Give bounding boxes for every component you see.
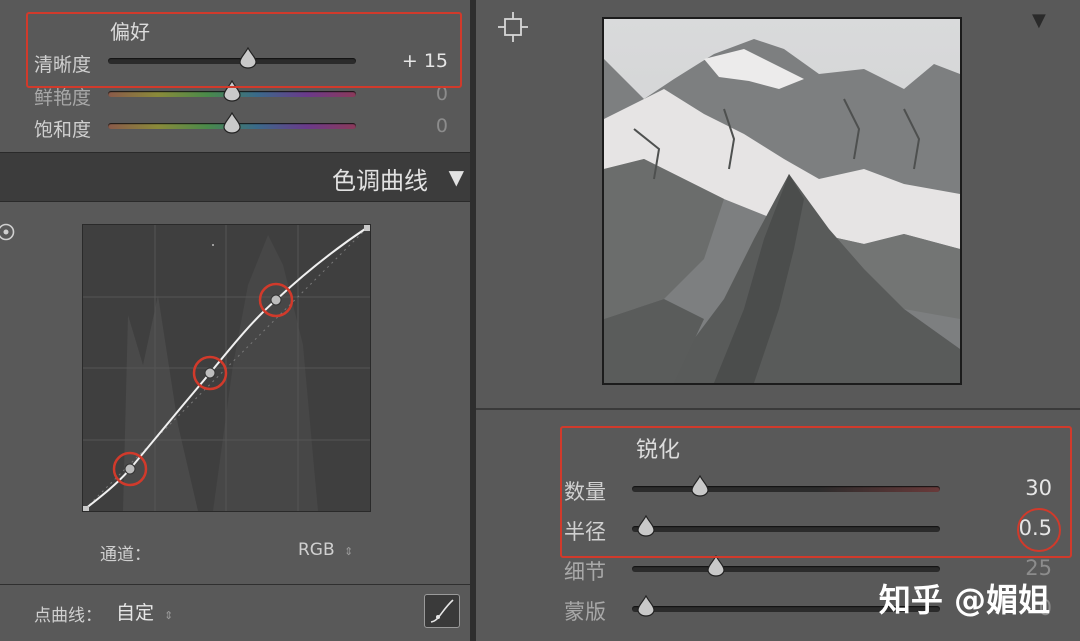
watermark: 知乎 @媚姐 (878, 581, 1050, 619)
channel-select[interactable]: RGB ⇕ (298, 540, 353, 560)
curve-edit-button[interactable] (424, 594, 460, 628)
develop-panel-left: 偏好 清晰度 + 15 鲜艳度 0 饱和度 0 色调曲线 ▼ 通道： RGB ⇕… (0, 0, 470, 641)
point-curve-label: 点曲线： (34, 606, 102, 626)
clarity-label: 清晰度 (34, 54, 92, 76)
separator (0, 584, 470, 585)
clarity-value[interactable]: + 15 (360, 50, 448, 72)
detail-slider[interactable] (632, 566, 940, 572)
detail-panel-right: ▼ 锐化 数量 30 半径 0.5 细节 25 蒙版 0 知乎 @媚姐 (476, 0, 1080, 641)
stepper-icon: ⇕ (344, 545, 354, 558)
tone-curve-title: 色调曲线 (332, 167, 428, 195)
dropdown-triangle-icon[interactable]: ▼ (449, 165, 464, 189)
crosshair-icon[interactable] (496, 10, 530, 48)
point-curve-value: 自定 (116, 602, 155, 624)
separator (476, 408, 1080, 410)
amount-value[interactable]: 30 (976, 476, 1052, 500)
masking-label: 蒙版 (564, 600, 606, 624)
radius-slider[interactable] (632, 526, 940, 532)
vibrance-label: 鲜艳度 (34, 87, 92, 109)
clarity-slider[interactable] (108, 58, 356, 64)
sharpening-title: 锐化 (636, 438, 681, 463)
tone-curve-graph[interactable] (82, 224, 371, 512)
curve-icon (430, 599, 454, 623)
saturation-label: 饱和度 (34, 119, 92, 141)
presence-title: 偏好 (110, 20, 150, 44)
highlight-circle-radius (1017, 508, 1061, 552)
amount-label: 数量 (564, 480, 606, 504)
channel-value: RGB (298, 540, 335, 560)
vibrance-value[interactable]: 0 (360, 83, 448, 105)
radius-label: 半径 (564, 520, 606, 544)
tone-curve-header[interactable]: 色调曲线 ▼ (0, 152, 470, 202)
stepper-icon: ⇕ (164, 609, 174, 622)
dropdown-triangle-icon[interactable]: ▼ (1032, 10, 1046, 31)
amount-slider[interactable] (632, 486, 940, 492)
detail-label: 细节 (564, 560, 606, 584)
channel-label: 通道： (100, 545, 151, 565)
target-icon[interactable] (0, 222, 16, 246)
detail-preview-image[interactable] (602, 17, 962, 385)
saturation-value[interactable]: 0 (360, 115, 448, 137)
point-curve-select[interactable]: 自定 ⇕ (116, 598, 173, 625)
